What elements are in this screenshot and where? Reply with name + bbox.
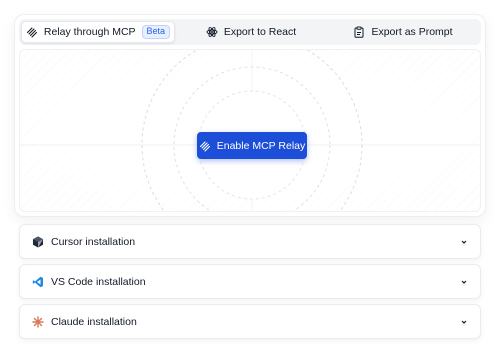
tab-label: Export to React — [223, 26, 297, 38]
beta-badge: Beta — [141, 25, 171, 39]
relay-button-label: Enable MCP Relay — [216, 139, 306, 152]
relay-icon — [26, 26, 38, 38]
claude-logo-icon — [32, 315, 44, 328]
chevron-down-icon[interactable] — [460, 238, 468, 246]
relay-icon — [199, 140, 211, 152]
installation-label: Claude installation — [51, 315, 137, 328]
chevron-down-icon[interactable] — [460, 318, 468, 326]
installation-label: Cursor installation — [51, 235, 136, 248]
react-icon — [206, 26, 218, 38]
cursor-logo-icon — [32, 236, 44, 248]
tab-label: Export as Prompt — [371, 26, 453, 38]
tab-export-to-react[interactable]: Export to React — [175, 21, 327, 43]
pulse-rings — [20, 50, 480, 211]
relay-panel: Relay through MCP Beta Export to React E… — [14, 14, 486, 217]
vscode-installation-row[interactable]: VS Code installation — [19, 264, 481, 299]
tab-relay-through-mcp[interactable]: Relay through MCP Beta — [21, 21, 175, 43]
vscode-logo-icon — [32, 276, 44, 288]
enable-mcp-relay-button[interactable]: Enable MCP Relay — [197, 132, 307, 159]
relay-stage: Enable MCP Relay — [19, 49, 481, 212]
tab-label: Relay through MCP — [43, 26, 136, 38]
chevron-down-icon[interactable] — [460, 278, 468, 286]
clipboard-icon — [353, 26, 365, 38]
installation-label: VS Code installation — [51, 275, 146, 288]
claude-installation-row[interactable]: Claude installation — [19, 304, 481, 339]
cursor-installation-row[interactable]: Cursor installation — [19, 224, 481, 259]
tab-bar: Relay through MCP Beta Export to React E… — [19, 19, 481, 45]
tab-export-as-prompt[interactable]: Export as Prompt — [327, 21, 479, 43]
